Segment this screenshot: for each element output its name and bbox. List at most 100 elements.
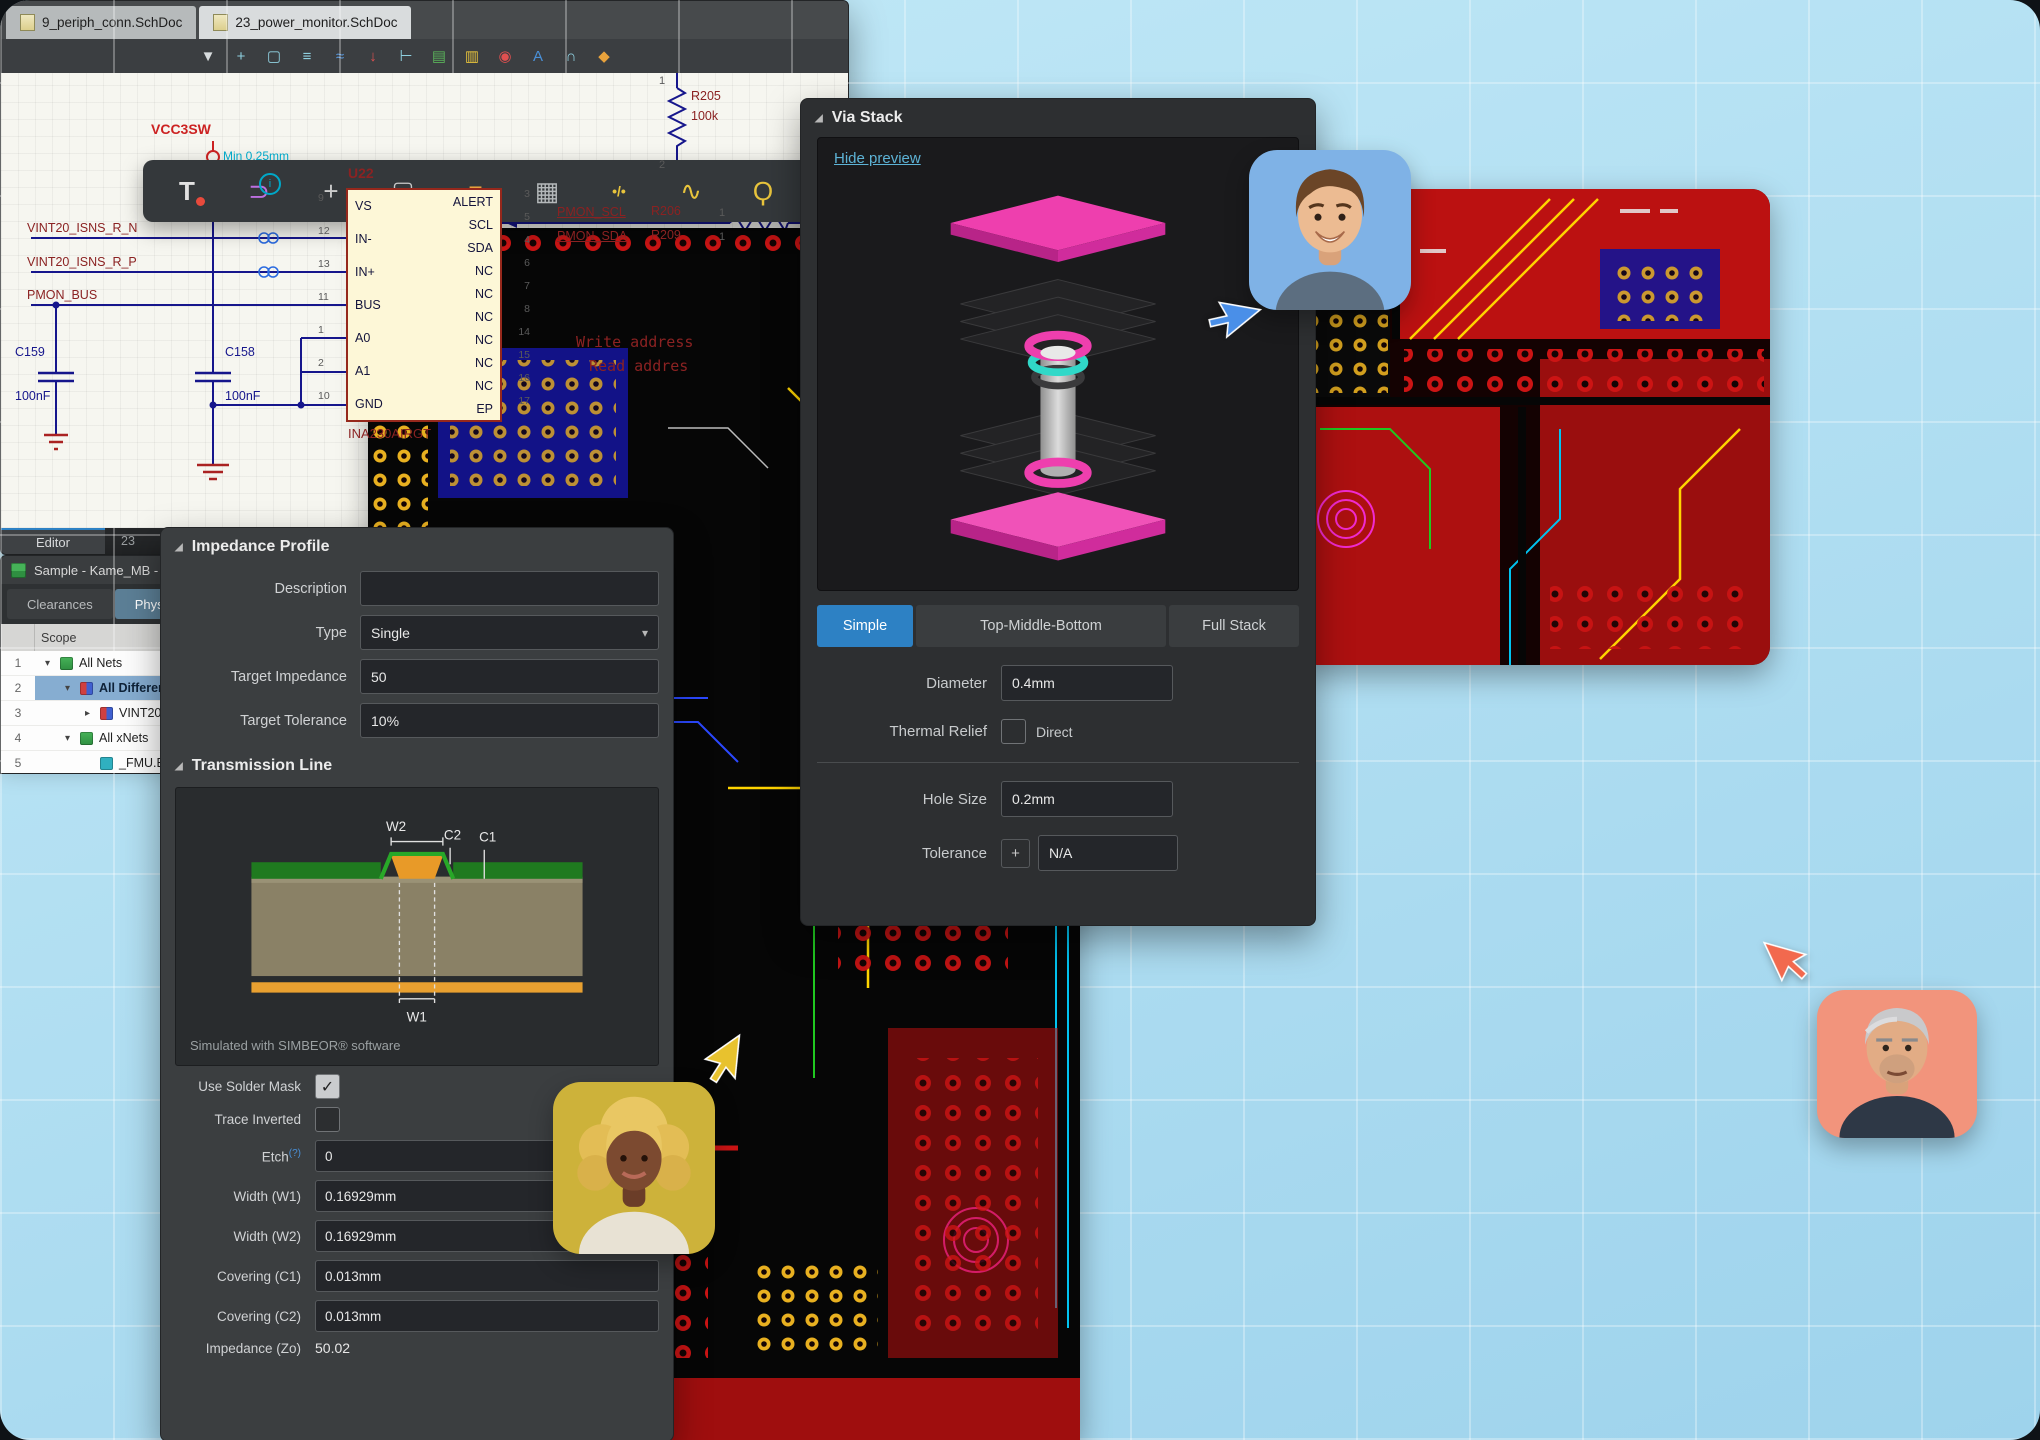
collapse-icon[interactable]: ◢: [175, 761, 183, 772]
text-tool[interactable]: T: [151, 166, 223, 216]
chip-pin-right: NC 14: [348, 328, 500, 351]
designator-c158[interactable]: C158: [225, 345, 255, 359]
net-label-pmon-sda[interactable]: PMON_SDA: [557, 229, 627, 243]
dim-label-w1: W1: [407, 1010, 427, 1025]
width-w1-label: Width (W1): [175, 1189, 301, 1204]
via-stack-tabs: Simple Top-Middle-Bottom Full Stack: [817, 605, 1299, 647]
power-net-vcc3sw[interactable]: VCC3SW: [151, 121, 211, 137]
value-r205[interactable]: 100k: [691, 109, 718, 123]
schdoc-tab[interactable]: 23_power_monitor.SchDoc: [199, 6, 411, 39]
schdoc-tab[interactable]: 9_periph_conn.SchDoc: [6, 6, 196, 39]
via-3d-preview: [868, 182, 1248, 582]
thermal-relief-checkbox[interactable]: [1001, 719, 1026, 744]
tool-accent-dot: [196, 197, 205, 206]
value-c158[interactable]: 100nF: [225, 389, 260, 403]
chip-pin-right: SCL 5: [348, 213, 500, 236]
dim-label-c2: C2: [444, 827, 461, 842]
wire-icon[interactable]: ≈: [329, 48, 351, 65]
scope-type-icon: [100, 757, 113, 770]
net-label-pmon-scl[interactable]: PMON_SCL: [557, 205, 626, 219]
align-icon[interactable]: ≡: [296, 48, 318, 65]
tree-expand-icon[interactable]: ▸: [81, 708, 94, 719]
via-stack-tab[interactable]: Top-Middle-Bottom: [916, 605, 1166, 647]
transmission-line-header[interactable]: ◢ Transmission Line: [161, 747, 673, 781]
value-c159[interactable]: 100nF: [15, 389, 50, 403]
text-icon[interactable]: A: [527, 48, 549, 65]
designator-r206[interactable]: R206: [651, 204, 681, 218]
etch-label: Etch(?): [175, 1148, 301, 1165]
filter-icon[interactable]: ▼: [197, 48, 219, 65]
designator-u22[interactable]: U22: [348, 165, 374, 181]
solder-mask-label: Use Solder Mask: [175, 1079, 301, 1094]
chip-pin-right: ALERT 3: [348, 190, 500, 213]
type-select[interactable]: Single ▾: [360, 615, 659, 650]
collapse-icon[interactable]: ◢: [175, 542, 183, 553]
editor-tab[interactable]: Editor: [1, 528, 105, 554]
covering-c2-label: Covering (C2): [175, 1309, 301, 1324]
description-label: Description: [175, 581, 347, 597]
cursor-orange: [1754, 919, 1828, 993]
measure-icon[interactable]: ⊢: [395, 47, 417, 65]
panel-title: Impedance Profile: [192, 538, 330, 556]
net-label-isns-p[interactable]: VINT20_ISNS_R_P: [27, 255, 137, 269]
component-u22[interactable]: 9 VS 12 IN- 13 IN+: [346, 188, 502, 422]
net-label-pmon-bus[interactable]: PMON_BUS: [27, 288, 97, 302]
pin-number: 1: [719, 231, 725, 243]
help-icon[interactable]: (?): [289, 1148, 301, 1159]
app-canvas: T ⊃ + ▢ ▂▆▃ ▦: [0, 0, 2040, 1440]
via-stack-tab[interactable]: Full Stack: [1169, 605, 1299, 647]
target-tolerance-field[interactable]: 10%: [360, 703, 659, 738]
hole-size-field[interactable]: 0.2mm: [1001, 781, 1173, 817]
designator-r205[interactable]: R205: [691, 89, 721, 103]
via-stack-tab[interactable]: Simple: [817, 605, 913, 647]
sheet-icon[interactable]: ▤: [428, 47, 450, 65]
type-label: Type: [175, 625, 347, 641]
part-number[interactable]: INA230AIRGT: [348, 426, 431, 441]
target-tolerance-label: Target Tolerance: [175, 713, 347, 729]
section-title: Transmission Line: [192, 757, 332, 775]
designator-c159[interactable]: C159: [15, 345, 45, 359]
thermal-relief-label: Thermal Relief: [819, 723, 987, 740]
doc-icon[interactable]: ▥: [461, 47, 483, 65]
diameter-label: Diameter: [819, 675, 987, 692]
diameter-field[interactable]: 0.4mm: [1001, 665, 1173, 701]
hide-preview-link[interactable]: Hide preview: [834, 150, 921, 167]
avatar-man-blue: [1249, 150, 1411, 310]
arc-icon[interactable]: ∩: [560, 48, 582, 65]
tree-expand-icon[interactable]: ▾: [61, 733, 74, 744]
tolerance-plus-button[interactable]: +: [1001, 839, 1030, 868]
diamond-icon[interactable]: ◆: [593, 47, 615, 65]
net-label-isns-n[interactable]: VINT20_ISNS_R_N: [27, 221, 137, 235]
compile-icon[interactable]: ◉: [494, 47, 516, 65]
target-impedance-field[interactable]: 50: [360, 659, 659, 694]
arc-tool[interactable]: ⊃: [223, 166, 295, 216]
teardrop-tool[interactable]: Ϙ: [727, 166, 799, 216]
thermal-relief-value: Direct: [1036, 724, 1073, 740]
tolerance-field[interactable]: N/A: [1038, 835, 1178, 871]
chip-pin-right: SDA 4: [348, 236, 500, 259]
avatar-man-orange: [1817, 990, 1977, 1138]
trace-inverted-checkbox[interactable]: [315, 1107, 340, 1132]
constraints-tab[interactable]: Clearances: [7, 589, 113, 619]
dim-label-c1: C1: [479, 830, 496, 845]
description-field[interactable]: [360, 571, 659, 606]
chip-pin-right: NC 16: [348, 374, 500, 397]
solder-mask-checkbox[interactable]: ✓: [315, 1074, 340, 1099]
scope-type-icon: [60, 657, 73, 670]
tree-expand-icon[interactable]: ▾: [61, 683, 74, 694]
via-preview-area: Hide preview: [817, 137, 1299, 591]
covering-c1-field[interactable]: 0.013mm: [315, 1260, 659, 1292]
tree-expand-icon[interactable]: ▾: [41, 658, 54, 669]
probe-icon[interactable]: ↓: [362, 48, 384, 65]
designator-r209[interactable]: R209: [651, 228, 681, 242]
impedance-profile-header[interactable]: ◢ Impedance Profile: [161, 528, 673, 562]
selection-icon[interactable]: ▢: [263, 47, 285, 65]
clearance-info-icon[interactable]: i: [259, 173, 281, 195]
width-w2-label: Width (W2): [175, 1229, 301, 1244]
chip-pin-right: NC 15: [348, 351, 500, 374]
crosshair-icon[interactable]: +: [230, 48, 252, 65]
impedance-zo-value: 50.02: [315, 1340, 350, 1356]
covering-c2-field[interactable]: 0.013mm: [315, 1300, 659, 1332]
collapse-icon[interactable]: ◢: [815, 113, 823, 124]
via-stack-header[interactable]: ◢ Via Stack: [801, 99, 1315, 133]
